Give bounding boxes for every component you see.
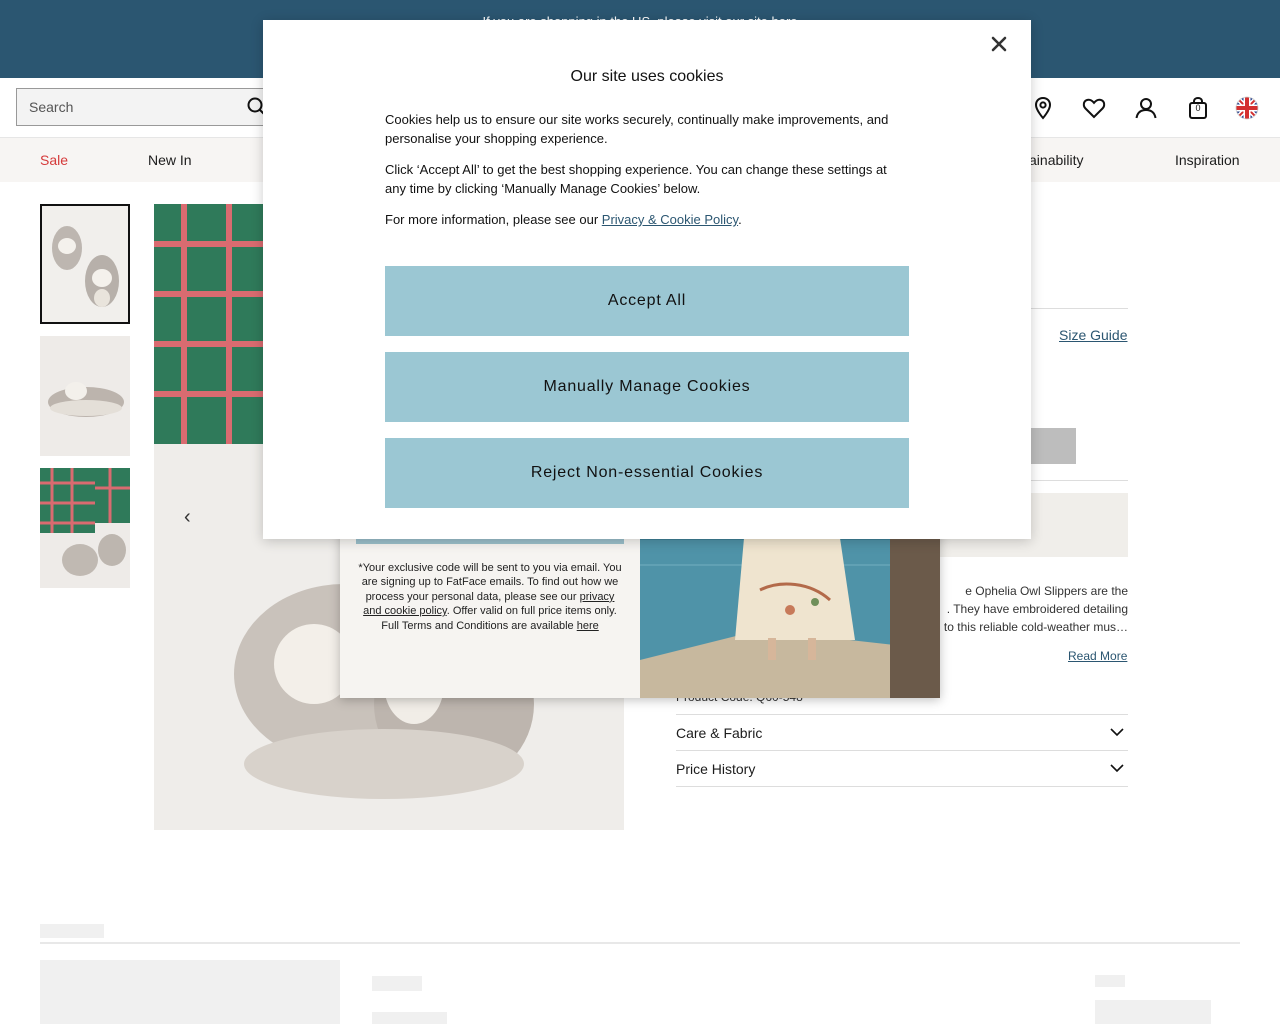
skeleton-divider	[40, 942, 1240, 944]
search-box[interactable]	[16, 88, 278, 126]
page: If you are shopping in the US, please vi…	[0, 0, 1280, 1024]
cookie-title: Our site uses cookies	[570, 68, 724, 85]
cookie-paragraph: For more information, please see our Pri…	[385, 210, 909, 229]
nav-item-sale[interactable]: Sale	[40, 152, 68, 168]
cookie-consent-modal: Our site uses cookies Cookies help us to…	[263, 20, 1031, 539]
accordion-label: Price History	[676, 761, 756, 777]
uk-flag-icon[interactable]	[1234, 95, 1260, 121]
accordion-care-fabric[interactable]: Care & Fabric	[676, 715, 1128, 751]
bag-count: 0	[1195, 103, 1201, 113]
accordion-label: Care & Fabric	[676, 725, 763, 741]
close-icon[interactable]	[989, 34, 1009, 54]
signup-fine-print: *Your exclusive code will be sent to you…	[358, 561, 622, 633]
manage-cookies-button[interactable]: Manually Manage Cookies	[385, 352, 909, 422]
location-pin-icon[interactable]	[1030, 95, 1056, 121]
cookie-paragraph: Cookies help us to ensure our site works…	[385, 112, 889, 146]
cookie-paragraph-text: .	[738, 212, 742, 227]
skeleton-block	[1095, 975, 1125, 987]
chevron-down-icon	[1110, 728, 1124, 737]
cookie-paragraph-text: For more information, please see our	[385, 212, 602, 227]
search-input[interactable]	[17, 89, 277, 125]
bag-icon[interactable]: 0	[1185, 95, 1211, 121]
nav-item-new-in[interactable]: New In	[148, 152, 192, 168]
nav-item-inspiration[interactable]: Inspiration	[1175, 152, 1240, 168]
skeleton-block	[372, 976, 422, 991]
accept-all-button[interactable]: Accept All	[385, 266, 909, 336]
read-more-link[interactable]: Read More	[1068, 649, 1127, 663]
chevron-down-icon	[1110, 764, 1124, 773]
skeleton-block	[1095, 1000, 1211, 1024]
account-icon[interactable]	[1133, 95, 1159, 121]
product-thumbnail[interactable]	[40, 336, 130, 456]
terms-link[interactable]: here	[577, 620, 599, 632]
accordion-price-history[interactable]: Price History	[676, 751, 1128, 787]
skeleton-block	[40, 960, 340, 1024]
cookie-paragraph: Click ‘Accept All’ to get the best shopp…	[385, 162, 887, 196]
heart-icon[interactable]	[1081, 95, 1107, 121]
product-thumbnail[interactable]	[40, 204, 130, 324]
size-guide-link[interactable]: Size Guide	[1059, 327, 1127, 343]
cookie-body: Cookies help us to ensure our site works…	[385, 110, 909, 241]
product-thumbnail[interactable]	[40, 468, 130, 588]
skeleton-block	[372, 1012, 447, 1024]
gallery-prev-button[interactable]: ‹	[184, 506, 191, 529]
skeleton-block	[40, 924, 104, 938]
reject-cookies-button[interactable]: Reject Non-essential Cookies	[385, 438, 909, 508]
privacy-cookie-policy-link[interactable]: Privacy & Cookie Policy	[602, 212, 738, 227]
